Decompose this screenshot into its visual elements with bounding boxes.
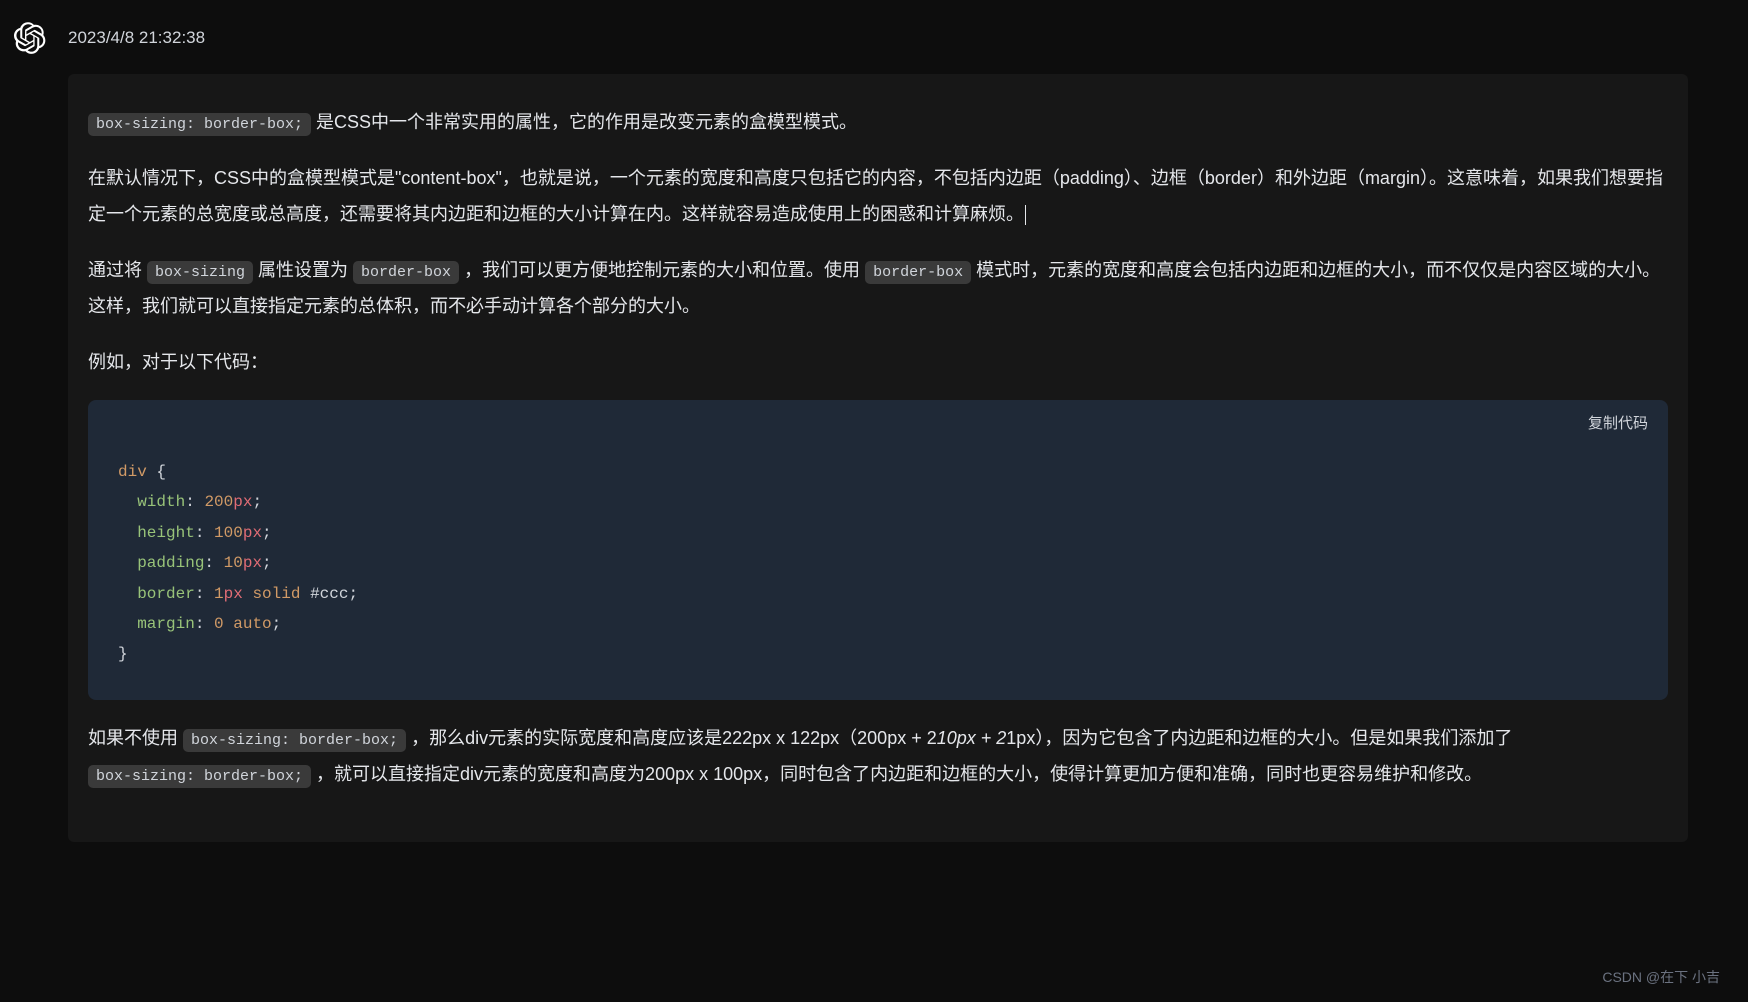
paragraph-1: box-sizing: border-box; 是CSS中一个非常实用的属性，它… [88,104,1668,140]
message-content: box-sizing: border-box; 是CSS中一个非常实用的属性，它… [68,74,1688,842]
text: ，那么div元素的实际宽度和高度应该是222px x 122px（200px +… [406,728,937,748]
text: 是CSS中一个非常实用的属性，它的作用是改变元素的盒模型模式。 [311,112,857,132]
code-prop: margin [137,615,195,633]
paragraph-2: 在默认情况下，CSS中的盒模型模式是"content-box"，也就是说，一个元… [88,160,1668,232]
paragraph-4: 例如，对于以下代码： [88,344,1668,380]
code-prop: padding [137,554,204,572]
code-brace-close: } [118,645,128,663]
code-unit: px [233,493,252,511]
copy-code-button[interactable]: 复制代码 [1588,410,1648,437]
text: 1px），因为它包含了内边距和边框的大小。但是如果我们添加了 [1006,728,1512,748]
inline-code-border-box: border-box [353,261,459,284]
code-block-header: 复制代码 [88,400,1668,447]
text: 属性设置为 [253,260,353,280]
code-keyword: solid [252,585,300,603]
text: ，我们可以更方便地控制元素的大小和位置。使用 [459,260,865,280]
watermark: CSDN @在下 小吉 [1602,965,1720,990]
text-italic: 10px + 2 [937,728,1007,748]
code-brace-open: { [156,463,166,481]
code-value: 200 [204,493,233,511]
code-prop: height [137,524,195,542]
code-body: div { width: 200px; height: 100px; paddi… [88,447,1668,700]
assistant-avatar [12,20,48,56]
inline-code-border-box-2: border-box [865,261,971,284]
code-unit: px [224,585,243,603]
code-value: 10 [224,554,243,572]
code-selector: div [118,463,147,481]
inline-code-box-sizing: box-sizing: border-box; [88,113,311,136]
code-block: 复制代码 div { width: 200px; height: 100px; … [88,400,1668,700]
inline-code-box-sizing-3: box-sizing: border-box; [88,765,311,788]
code-value: 100 [214,524,243,542]
text: ，就可以直接指定div元素的宽度和高度为200px x 100px，同时包含了内… [311,764,1482,784]
text: 如果不使用 [88,728,183,748]
code-value: 1 [214,585,224,603]
code-prop: border [137,585,195,603]
inline-code-box-sizing-2: box-sizing: border-box; [183,729,406,752]
openai-icon [14,22,46,54]
timestamp: 2023/4/8 21:32:38 [68,23,205,54]
text: 在默认情况下，CSS中的盒模型模式是"content-box"，也就是说，一个元… [88,168,1663,224]
code-unit: px [243,524,262,542]
paragraph-5: 如果不使用 box-sizing: border-box; ，那么div元素的实… [88,720,1668,792]
code-color: #ccc [310,585,348,603]
code-keyword: auto [233,615,271,633]
code-unit: px [243,554,262,572]
text: 通过将 [88,260,147,280]
inline-code-box-sizing-prop: box-sizing [147,261,253,284]
code-value: 0 [214,615,224,633]
message-header: 2023/4/8 21:32:38 [0,0,1748,64]
paragraph-3: 通过将 box-sizing 属性设置为 border-box ，我们可以更方便… [88,252,1668,324]
text-cursor [1025,205,1026,225]
code-prop: width [137,493,185,511]
